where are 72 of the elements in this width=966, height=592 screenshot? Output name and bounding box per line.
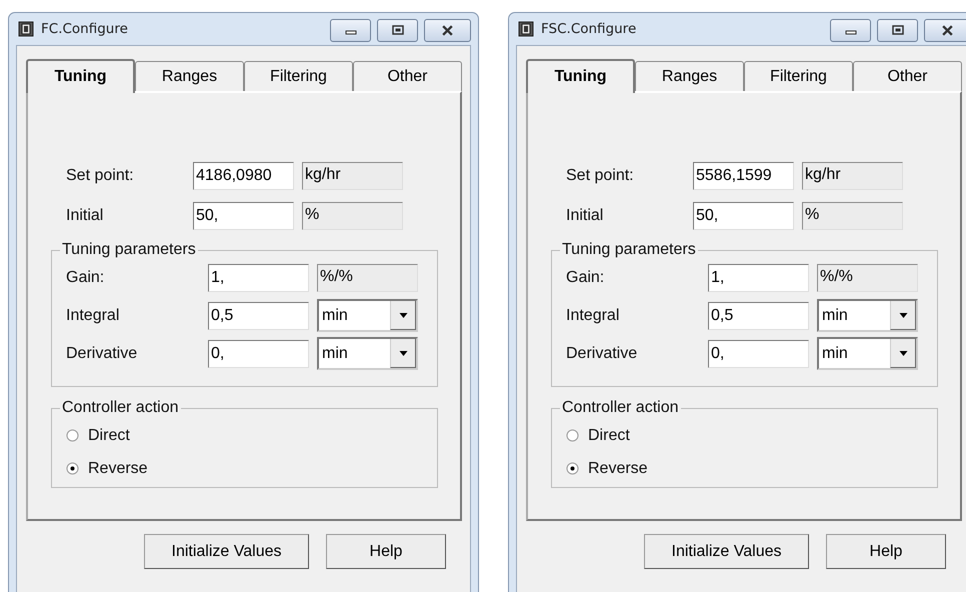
dropdown-arrow-icon bbox=[398, 312, 408, 318]
input-field[interactable]: 0, bbox=[708, 340, 809, 368]
tab[interactable]: Other bbox=[853, 61, 962, 91]
close-icon bbox=[941, 24, 954, 36]
input-field[interactable]: 0, bbox=[208, 340, 309, 368]
unit-field: % bbox=[302, 202, 403, 230]
maximize-button[interactable] bbox=[877, 18, 918, 42]
window-title: FSC.Configure bbox=[541, 21, 638, 37]
radio-option[interactable]: Direct bbox=[52, 419, 437, 452]
radio-button[interactable] bbox=[66, 429, 79, 442]
field-label: Derivative bbox=[65, 344, 138, 362]
radio-button[interactable] bbox=[566, 462, 579, 475]
tab[interactable]: Other bbox=[353, 61, 462, 91]
app-icon bbox=[518, 21, 534, 37]
tab[interactable]: Ranges bbox=[135, 61, 244, 91]
input-field[interactable]: 1, bbox=[708, 264, 809, 292]
radio-option[interactable]: Reverse bbox=[552, 452, 937, 485]
radio-option[interactable]: Direct bbox=[552, 419, 937, 452]
field-label: Set point: bbox=[65, 167, 135, 185]
group-title: Controller action bbox=[561, 399, 680, 417]
field-label: Integral bbox=[65, 306, 120, 324]
maximize-icon bbox=[392, 25, 404, 35]
window-title: FC.Configure bbox=[41, 21, 129, 37]
dialog-button[interactable]: Initialize Values bbox=[644, 534, 809, 569]
maximize-icon bbox=[892, 25, 904, 35]
minimize-button[interactable] bbox=[330, 18, 371, 42]
close-icon bbox=[441, 24, 454, 36]
tab[interactable]: Tuning bbox=[526, 59, 635, 93]
tab[interactable]: Filtering bbox=[244, 61, 353, 91]
close-button[interactable] bbox=[924, 18, 966, 42]
field-label: Gain: bbox=[65, 268, 106, 286]
input-field[interactable]: 50, bbox=[193, 202, 294, 230]
minimize-button[interactable] bbox=[830, 18, 871, 42]
unit-dropdown[interactable]: min bbox=[317, 337, 418, 370]
dialog-button[interactable]: Help bbox=[826, 534, 946, 569]
dialog-button[interactable]: Initialize Values bbox=[144, 534, 309, 569]
field-label: Initial bbox=[565, 207, 604, 225]
input-field[interactable]: 5586,1599 bbox=[693, 162, 794, 190]
maximize-button[interactable] bbox=[377, 18, 418, 42]
close-button[interactable] bbox=[424, 18, 471, 42]
group-title: Controller action bbox=[61, 399, 180, 417]
tab[interactable]: Ranges bbox=[635, 61, 744, 91]
unit-field: kg/hr bbox=[802, 162, 903, 190]
field-label: Integral bbox=[565, 306, 620, 324]
field-label: Initial bbox=[65, 207, 104, 225]
unit-dropdown[interactable]: min bbox=[817, 337, 918, 370]
input-field[interactable]: 4186,0980 bbox=[193, 162, 294, 190]
unit-field: kg/hr bbox=[302, 162, 403, 190]
radio-button[interactable] bbox=[566, 429, 579, 442]
tab[interactable]: Filtering bbox=[744, 61, 853, 91]
input-field[interactable]: 50, bbox=[693, 202, 794, 230]
group-title: Tuning parameters bbox=[561, 241, 697, 259]
dialog-button[interactable]: Help bbox=[326, 534, 446, 569]
dropdown-arrow-icon bbox=[898, 350, 908, 356]
input-field[interactable]: 0,5 bbox=[208, 302, 309, 330]
dropdown-arrow-icon bbox=[898, 312, 908, 318]
unit-field: %/% bbox=[817, 264, 918, 292]
tab[interactable]: Tuning bbox=[26, 59, 135, 93]
input-field[interactable]: 1, bbox=[208, 264, 309, 292]
unit-dropdown[interactable]: min bbox=[317, 299, 418, 332]
field-label: Set point: bbox=[565, 167, 635, 185]
radio-option[interactable]: Reverse bbox=[52, 452, 437, 485]
input-field[interactable]: 0,5 bbox=[708, 302, 809, 330]
dropdown-arrow-icon bbox=[398, 350, 408, 356]
unit-field: % bbox=[802, 202, 903, 230]
app-icon bbox=[18, 21, 34, 37]
group-title: Tuning parameters bbox=[61, 241, 197, 259]
field-label: Gain: bbox=[565, 268, 606, 286]
field-label: Derivative bbox=[565, 344, 638, 362]
radio-button[interactable] bbox=[66, 462, 79, 475]
unit-dropdown[interactable]: min bbox=[817, 299, 918, 332]
unit-field: %/% bbox=[317, 264, 418, 292]
